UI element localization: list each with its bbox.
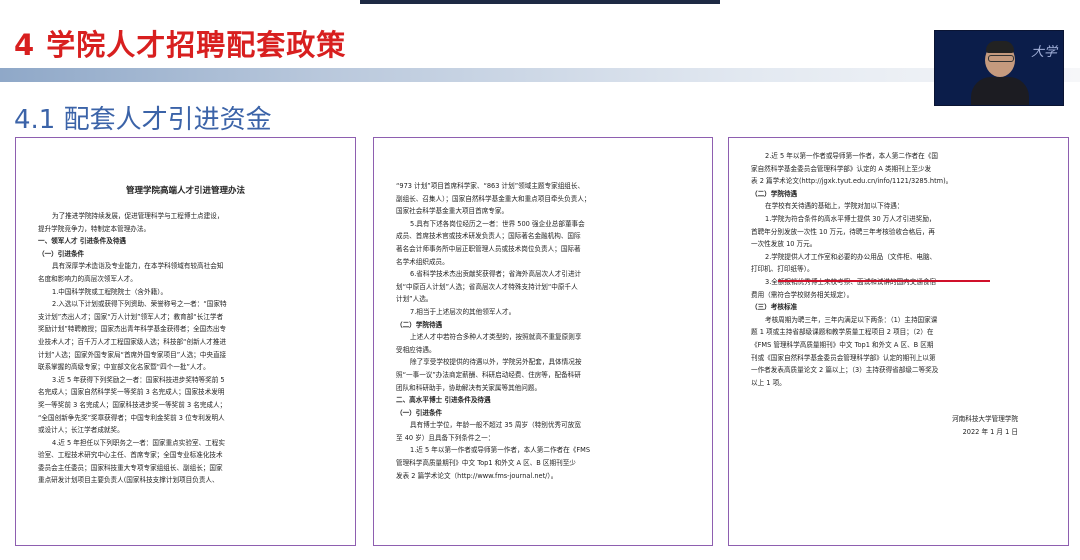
document-line: “全国创新争先奖”奖章获得者；中国专利金奖前 3 位专利发明人 [38,413,225,422]
document-line: “973 计划”项目首席科学家、“863 计划”领域主题专家组组长、 [396,182,585,190]
document-line: 或设计人；长江学者成就奖。 [38,426,124,435]
document-line: 表 2 篇学术论文(http://jgxk.tyut.edu.cn/info/1… [751,177,953,186]
document-line: 打印机、打印纸等）。 [751,265,814,274]
document-line: 《FMS 管理科学高质量期刊》中文 Top1 和外文 A 区、B 区期 [751,340,934,349]
document-line: 3.全额报销优秀博士来校考察、面试和试讲的国内交通食宿 [751,276,1046,289]
document-page-1: 管理学院高端人才引进管理办法 为了推进学院持续发展，促进管理科学与工程博士点建设… [15,137,356,546]
page1-body: 为了推进学院持续发展，促进管理科学与工程博士点建设， 提升学院竞争力，特制定本管理… [38,210,333,487]
presenter-body [971,77,1029,105]
top-window-bar [360,0,720,4]
document-line: 奖一等奖前 3 名完成人；国家科技进步奖一等奖前 3 名完成人； [38,400,227,409]
document-line: 首聘年分别发放一次性 10 万元，待聘三年考核验收合格后，再 [751,227,936,236]
document-line: 题 1 项或主持省部级课题和教学质量工程项目 2 项目；（2）在 [751,328,934,337]
document-line: 受相应待遇。 [396,345,436,354]
document-line: （三）考核标准 [751,303,798,312]
document-title: 管理学院高端人才引进管理办法 [125,186,245,196]
document-line: 1.学院为符合条件的高水平博士提供 30 万人才引进奖励， [765,214,936,223]
page3-body: 2.近 5 年以第一作者或导师第一作者，本人第二作者在《国家自然科学基金委员会管… [751,150,1046,389]
document-line: 以上 1 项。 [751,378,786,387]
red-underline-annotation [778,280,990,282]
document-line: 管理科学高质量期刊》中文 Top1 和外文 A 区、B 区期刊至少 [396,459,576,468]
document-line: 提升学院竞争力，特制定本管理办法。 [38,224,151,233]
document-line: 5.具有下述各岗位经历之一者：世界 500 强企业总部董事会 [410,219,585,228]
document-page-3: 2.近 5 年以第一作者或导师第一作者，本人第二作者在《国家自然科学基金委员会管… [728,137,1069,546]
document-date: 2022 年 1 月 1 日 [962,427,1018,436]
document-line: 上述人才中若符合多种人才类型的，按照就高不重复原则享 [410,333,582,342]
document-line: 团队和科研助手，协助解决有关家属等其他问题。 [396,383,542,392]
document-line: 在学校有关待遇的基础上，学院对加以下待遇： [765,202,904,211]
document-line: 一作者发表高质量论文 2 篇以上；（3）主持获得省部级二等奖及 [751,366,939,375]
document-line: 2.近 5 年以第一作者或导师第一作者，本人第二作者在《国 [765,152,938,160]
document-line: 2.学院提供人才工作室和必要的办公用品（文件柜、电脑、 [765,252,937,261]
presenter-hair [986,41,1014,53]
document-line: 1.近 5 年以第一作者或导师第一作者，本人第二作者在《FMS [410,446,591,455]
document-line: 成员、首席技术官或技术研发负责人；国际著名金融机构、国际 [396,232,581,241]
document-signature: 河南科技大学管理学院 [952,415,1018,424]
document-line: 名度和影响力的高层次领军人才。 [38,274,137,283]
slide-subheading: 4.1 配套人才引进资金 [14,105,272,135]
document-line: 7.相当于上述层次的其他领军人才。 [410,307,516,316]
document-line: 业技术人才；百千万人才工程国家级人选；科技部“创新人才推进 [38,337,227,346]
document-line: 为了推进学院持续发展，促进管理科学与工程博士点建设， [52,212,224,220]
document-line: 国家社会科学基金重大项目首席专家。 [396,207,509,216]
document-line: 一次性发放 10 万元。 [751,240,817,249]
document-line: 计划”人选；国家外国专家局“首席外国专家项目”人选；中央直接 [38,350,227,359]
document-line: 支计划”杰出人才；国家“万人计划”领军人才；教育部“长江学者 [38,312,224,321]
document-line: 著名会计师事务所中层正职管理人员或技术岗位负责人；国际著 [396,244,581,253]
document-line: 委员会主任委员；国家科技重大专项专家组组长、副组长；国家 [38,463,223,472]
document-line: 至 40 岁）且具备下列条件之一： [396,433,495,442]
document-line: 1.中国科学院或工程院院士（含外籍）。 [52,287,168,296]
document-line: 6.省科学技术杰出贡献奖获得者；省海外高层次人才引进计 [410,270,582,279]
document-line: 除了享受学校提供的待遇以外，学院另外配套，具体情况按 [410,358,582,367]
document-line: 费用（需符合学校财务相关规定）。 [751,290,854,299]
document-page-2: “973 计划”项目首席科学家、“863 计划”领域主题专家组组长、 副组长、召集… [373,137,713,546]
page2-body: “973 计划”项目首席科学家、“863 计划”领域主题专家组组长、 副组长、召集… [396,180,690,482]
document-line: 验室、工程技术研究中心主任、首席专家；全国专业标准化技术 [38,451,223,460]
document-line: 考核周期为聘三年，三年内满足以下两条：（1）主持国家课 [765,315,938,324]
document-line: 副组长、召集人）；国家自然科学基金重大和重点项目牵头负责人； [396,194,591,203]
document-line: 2.入选以下计划或获得下列资助、荣誉称号之一者：“国家特 [52,300,227,309]
document-line: 计划”人选。 [396,295,433,304]
slide-heading: 4 学院人才招聘配套政策 [14,28,347,62]
document-line: 二、高水平博士 引进条件及待遇 [396,396,491,405]
document-line: （一）引进条件 [38,249,85,258]
heading-divider-band [0,68,1080,82]
document-line: 名完成人；国家自然科学奖一等奖前 3 名完成人；国家技术发明 [38,388,225,397]
document-line: 发表 2 篇学术论文（http://www.fms-journal.net/）。 [396,471,558,480]
document-line: 家自然科学基金委员会管理科学部》认定的 A 类期刊上至少发 [751,164,932,173]
document-line: 具有深厚学术造诣及专业能力，在本学科领域有较高社会知 [52,262,224,271]
document-line: 联系掌握的高级专家；中宣部文化名家暨“四个一批”人才。 [38,363,210,372]
document-line: 重点研发计划项目主要负责人(国家科技支撑计划项目负责人、 [38,476,219,485]
document-line: 3.近 5 年获得下列奖励之一者：国家科技进步奖特等奖前 5 [52,375,225,384]
document-line: 具有博士学位，年龄一般不超过 35 周岁（特别优秀可放宽 [410,421,581,430]
video-overlay-text: 大学 [1030,45,1057,60]
document-line: （二）学院待遇 [751,189,798,198]
presenter-glasses [988,55,1014,62]
document-line: 照“一事一议”办法商定薪酬、科研启动经费、住房等，配备科研 [396,370,581,379]
document-line: 名学术组织成员。 [396,257,449,266]
document-line: （一）引进条件 [396,408,443,417]
document-line: 一、领军人才 引进条件及待遇 [38,237,127,246]
document-line: 奖励计划”特聘教授；国家杰出青年科学基金获得者；全国杰出专 [38,325,227,334]
document-line: 刊或《国家自然科学基金委员会管理科学部》认定的期刊上以第 [751,353,936,362]
document-line: 4.近 5 年担任以下列职务之一者：国家重点实验室、工程实 [52,438,225,447]
presenter-video[interactable]: 大学 [934,30,1064,106]
document-line: （二）学院待遇 [396,320,443,329]
document-line: 划“中原百人计划”人选；省高层次人才特殊支持计划“中原千人 [396,282,578,291]
